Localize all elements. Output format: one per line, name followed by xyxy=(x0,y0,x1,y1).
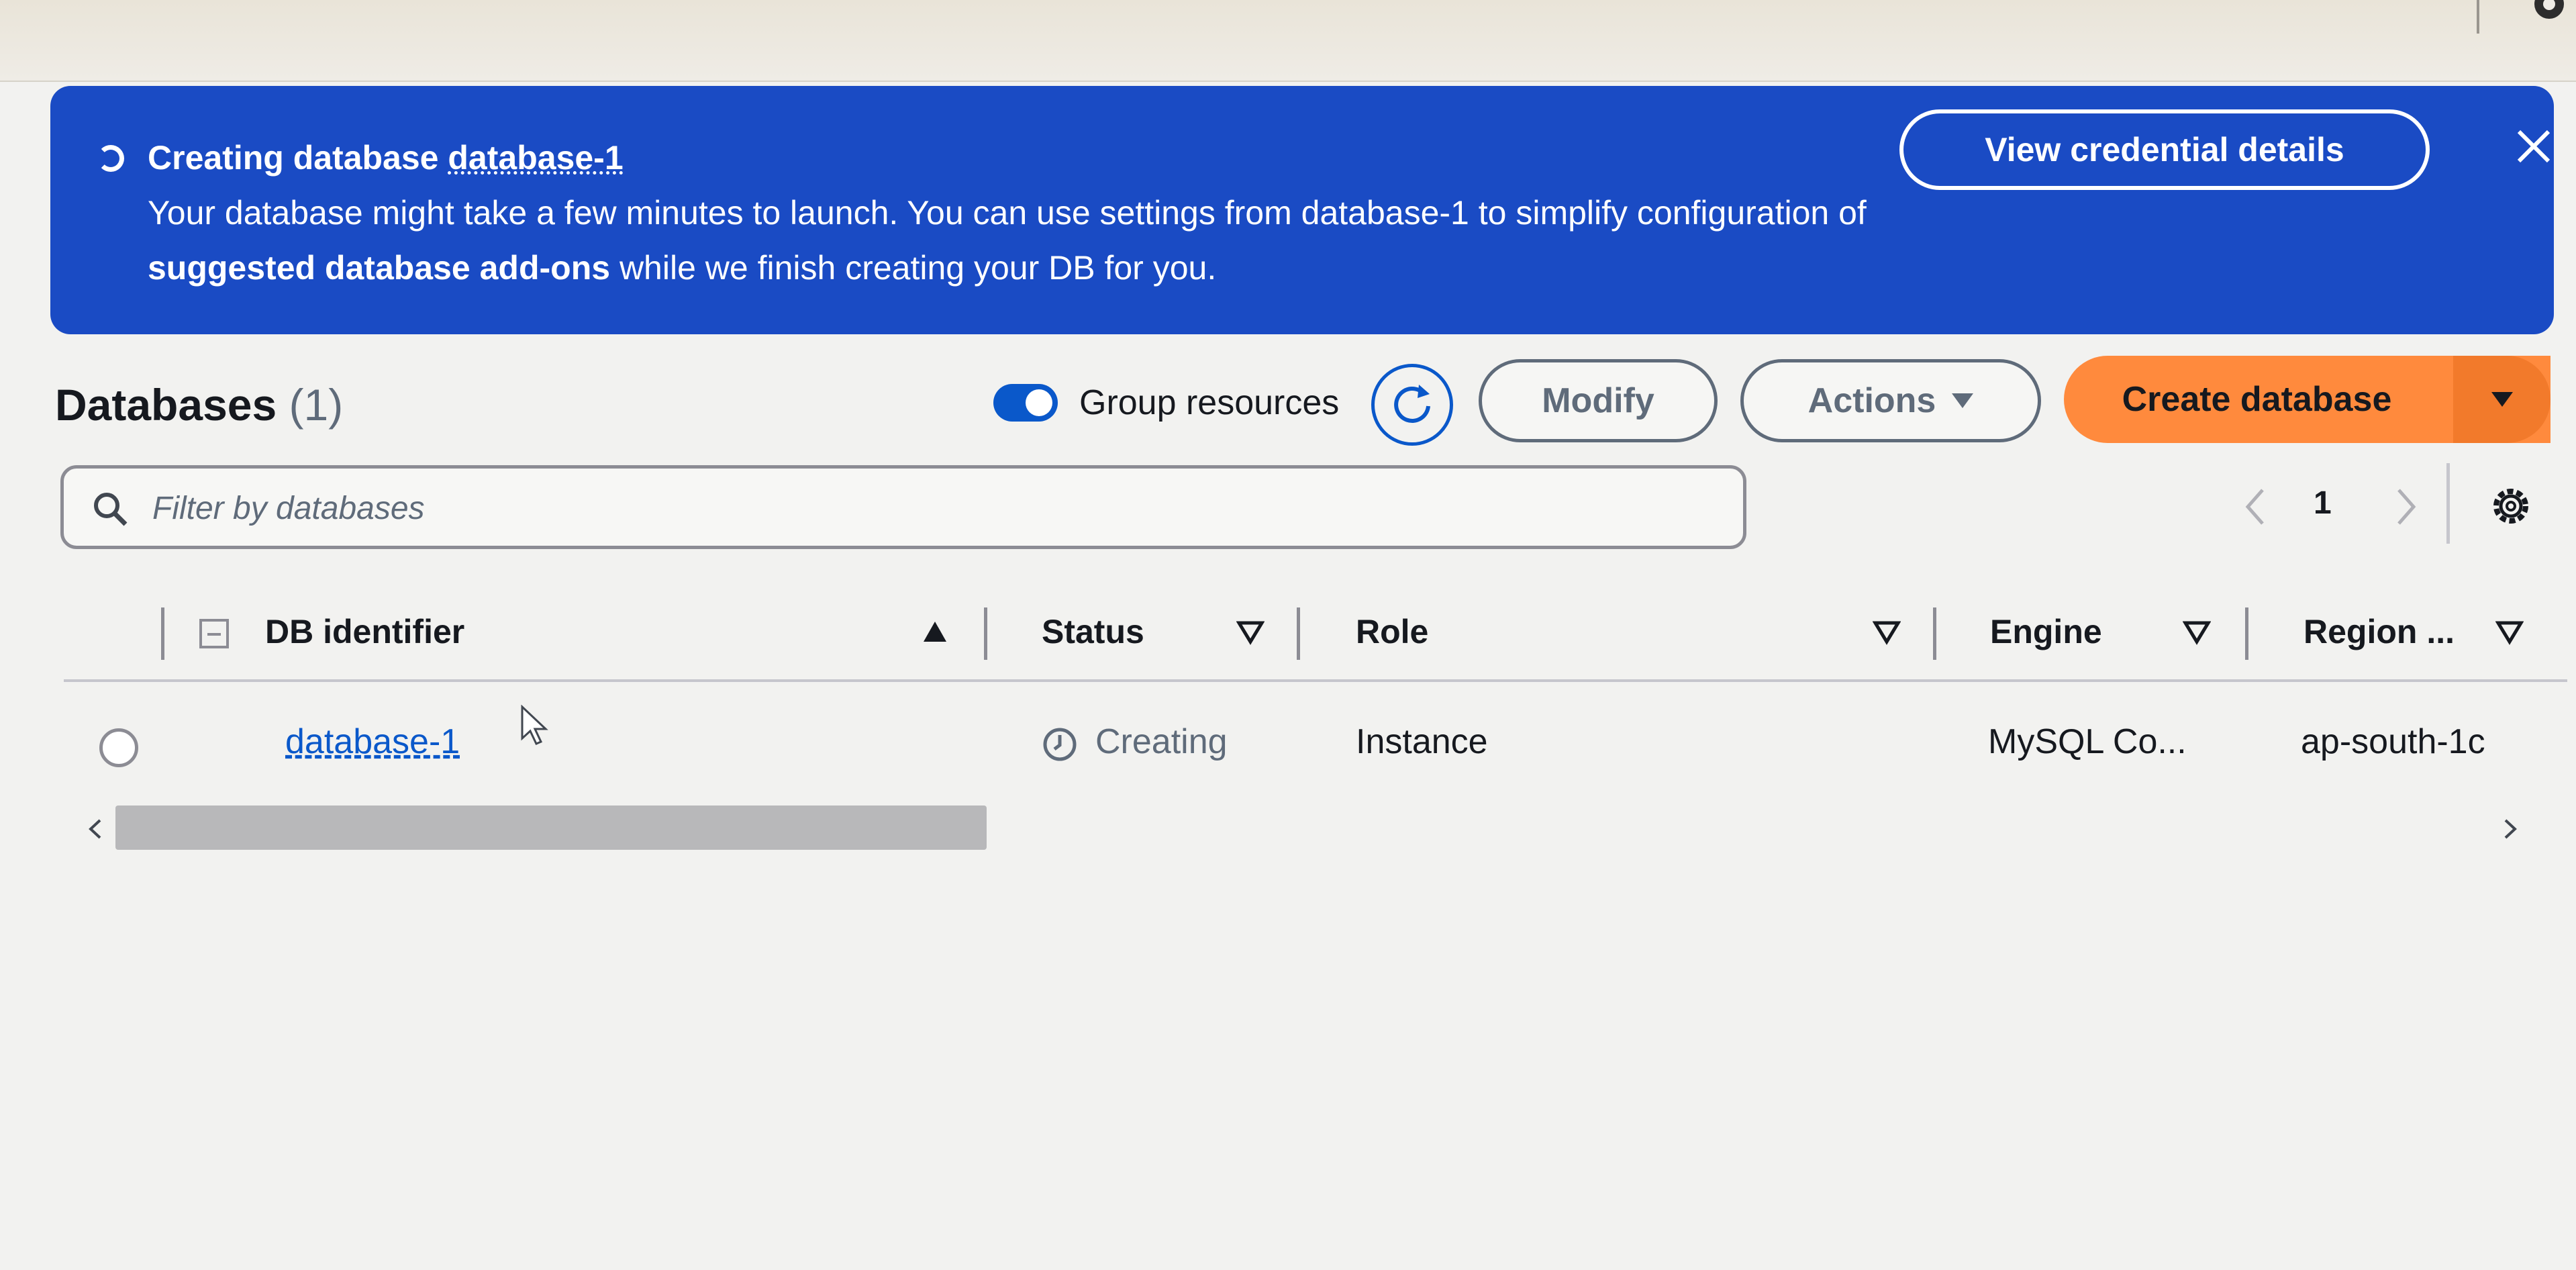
horizontal-scrollbar[interactable] xyxy=(115,805,2491,850)
loading-spinner-icon xyxy=(97,145,124,172)
filter-input[interactable] xyxy=(151,482,1697,534)
create-database-label: Create database xyxy=(2122,380,2392,419)
view-credential-details-button[interactable]: View credential details xyxy=(1899,109,2430,190)
engine-value: MySQL Co... xyxy=(1988,722,2187,761)
banner-message-bold: suggested database add-ons xyxy=(148,249,611,287)
banner-message: Your database might take a few minutes t… xyxy=(148,185,1893,295)
chevron-down-icon xyxy=(2491,392,2513,407)
scrollbar-thumb[interactable] xyxy=(115,805,987,850)
sort-icon[interactable] xyxy=(1872,618,1901,649)
banner-title-prefix: Creating database xyxy=(148,139,439,177)
toggle-knob xyxy=(1026,389,1052,416)
search-icon xyxy=(94,493,128,526)
actions-label: Actions xyxy=(1807,381,1936,420)
actions-dropdown[interactable]: Actions xyxy=(1740,359,2041,442)
window-edge-divider xyxy=(2477,0,2479,34)
select-all-checkbox[interactable] xyxy=(199,619,229,648)
gear-icon[interactable] xyxy=(2487,482,2535,530)
sort-icon[interactable] xyxy=(2182,618,2212,649)
current-page-number[interactable]: 1 xyxy=(2314,485,2332,522)
banner-message-part2: while we finish creating your DB for you… xyxy=(610,249,1217,287)
banner-message-part1: Your database might take a few minutes t… xyxy=(148,194,1867,232)
table-header-divider xyxy=(64,679,2567,682)
column-header-region[interactable]: Region ... xyxy=(2303,612,2455,651)
column-header-db-identifier[interactable]: DB identifier xyxy=(265,612,464,651)
group-resources-label: Group resources xyxy=(1079,383,1340,422)
column-header-status[interactable]: Status xyxy=(1042,612,1144,651)
chevron-down-icon xyxy=(1952,393,1974,408)
next-page-icon[interactable] xyxy=(2389,483,2423,530)
refresh-icon xyxy=(1394,385,1430,423)
modify-button[interactable]: Modify xyxy=(1479,359,1718,442)
creating-database-banner: Creating database database-1 Your databa… xyxy=(50,86,2554,334)
banner-title: Creating database database-1 xyxy=(148,138,624,177)
group-resources-toggle[interactable] xyxy=(993,384,1058,422)
column-divider[interactable] xyxy=(984,607,987,660)
create-database-dropdown[interactable] xyxy=(2453,356,2550,443)
db-identifier-link[interactable]: database-1 xyxy=(285,722,460,762)
page-title-text: Databases xyxy=(55,380,277,430)
column-divider[interactable] xyxy=(1933,607,1936,660)
close-icon[interactable] xyxy=(2514,126,2554,166)
status-value: Creating xyxy=(1095,722,1228,761)
scroll-left-icon[interactable] xyxy=(85,812,105,846)
sort-ascending-icon[interactable] xyxy=(921,618,949,649)
refresh-button[interactable] xyxy=(1371,364,1453,446)
region-value: ap-south-1c xyxy=(2301,722,2485,761)
pager-divider xyxy=(2446,463,2450,544)
clock-icon xyxy=(1042,727,1077,762)
modify-label: Modify xyxy=(1542,381,1654,420)
sort-icon[interactable] xyxy=(1236,618,1265,649)
scroll-right-icon[interactable] xyxy=(2500,812,2520,846)
database-count: (1) xyxy=(289,380,344,430)
column-divider[interactable] xyxy=(1297,607,1300,660)
banner-db-link[interactable]: database-1 xyxy=(448,139,623,177)
mouse-cursor-icon xyxy=(520,704,550,750)
filter-box xyxy=(60,465,1746,549)
column-header-role[interactable]: Role xyxy=(1356,612,1428,651)
previous-page-icon[interactable] xyxy=(2238,483,2272,530)
account-icon[interactable] xyxy=(2509,0,2576,34)
row-select-radio[interactable] xyxy=(99,728,138,767)
role-value: Instance xyxy=(1356,722,1488,761)
column-divider[interactable] xyxy=(2245,607,2248,660)
sort-icon[interactable] xyxy=(2495,618,2524,649)
page-title: Databases (1) xyxy=(55,379,343,430)
column-divider[interactable] xyxy=(161,607,164,660)
browser-top-strip xyxy=(0,0,2576,82)
column-header-engine[interactable]: Engine xyxy=(1990,612,2102,651)
